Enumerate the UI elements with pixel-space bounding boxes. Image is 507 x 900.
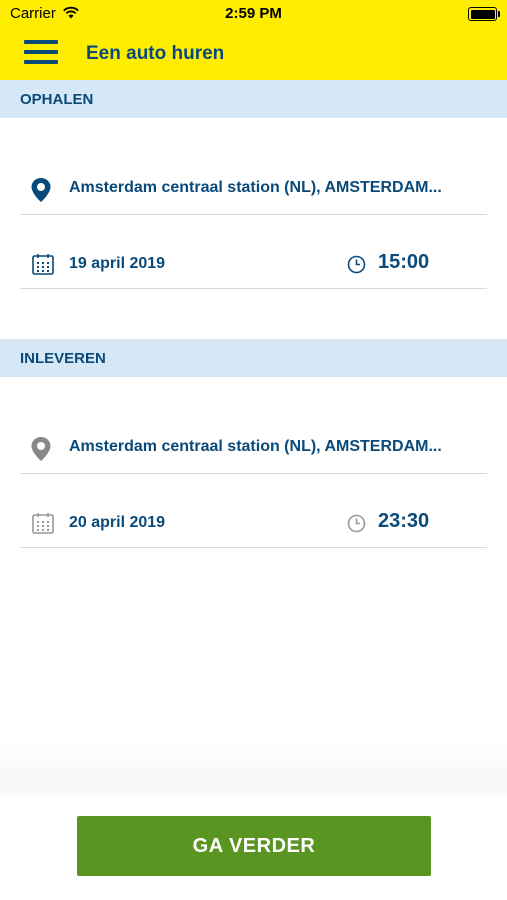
menu-button[interactable] (24, 40, 60, 66)
pickup-time-value[interactable]: 15:00 (378, 251, 429, 274)
location-pin-icon (31, 437, 51, 461)
return-section-label: INLEVEREN (20, 350, 106, 367)
calendar-icon (32, 254, 54, 275)
continue-button[interactable]: GA VERDER (77, 816, 431, 876)
location-pin-icon (31, 178, 51, 202)
return-time-value[interactable]: 23:30 (378, 510, 429, 533)
pickup-location-field[interactable]: Amsterdam centraal station (NL), AMSTERD… (20, 166, 487, 215)
pickup-section-header: OPHALEN (0, 80, 507, 118)
page-title: Een auto huren (86, 43, 225, 64)
status-bar: Carrier 2:59 PM (0, 0, 507, 28)
calendar-icon (32, 513, 54, 534)
continue-button-label: GA VERDER (192, 835, 316, 857)
bottom-fade (0, 740, 507, 800)
return-datetime-row[interactable]: 20 april 2019 23:30 (20, 499, 487, 548)
return-date-value[interactable]: 20 april 2019 (69, 514, 165, 532)
return-location-value: Amsterdam centraal station (NL), AMSTERD… (69, 438, 442, 455)
return-section-header: INLEVEREN (0, 339, 507, 377)
pickup-location-value: Amsterdam centraal station (NL), AMSTERD… (69, 179, 442, 196)
return-location-field[interactable]: Amsterdam centraal station (NL), AMSTERD… (20, 425, 487, 474)
menu-icon (24, 40, 58, 44)
clock-icon (347, 255, 366, 274)
pickup-date-value[interactable]: 19 april 2019 (69, 255, 165, 273)
app-header: Carrier 2:59 PM Een auto huren (0, 0, 507, 80)
pickup-datetime-row[interactable]: 19 april 2019 15:00 (20, 240, 487, 289)
battery-icon (468, 7, 500, 21)
status-time: 2:59 PM (225, 5, 282, 22)
clock-icon (347, 514, 366, 533)
pickup-section-label: OPHALEN (20, 91, 94, 108)
